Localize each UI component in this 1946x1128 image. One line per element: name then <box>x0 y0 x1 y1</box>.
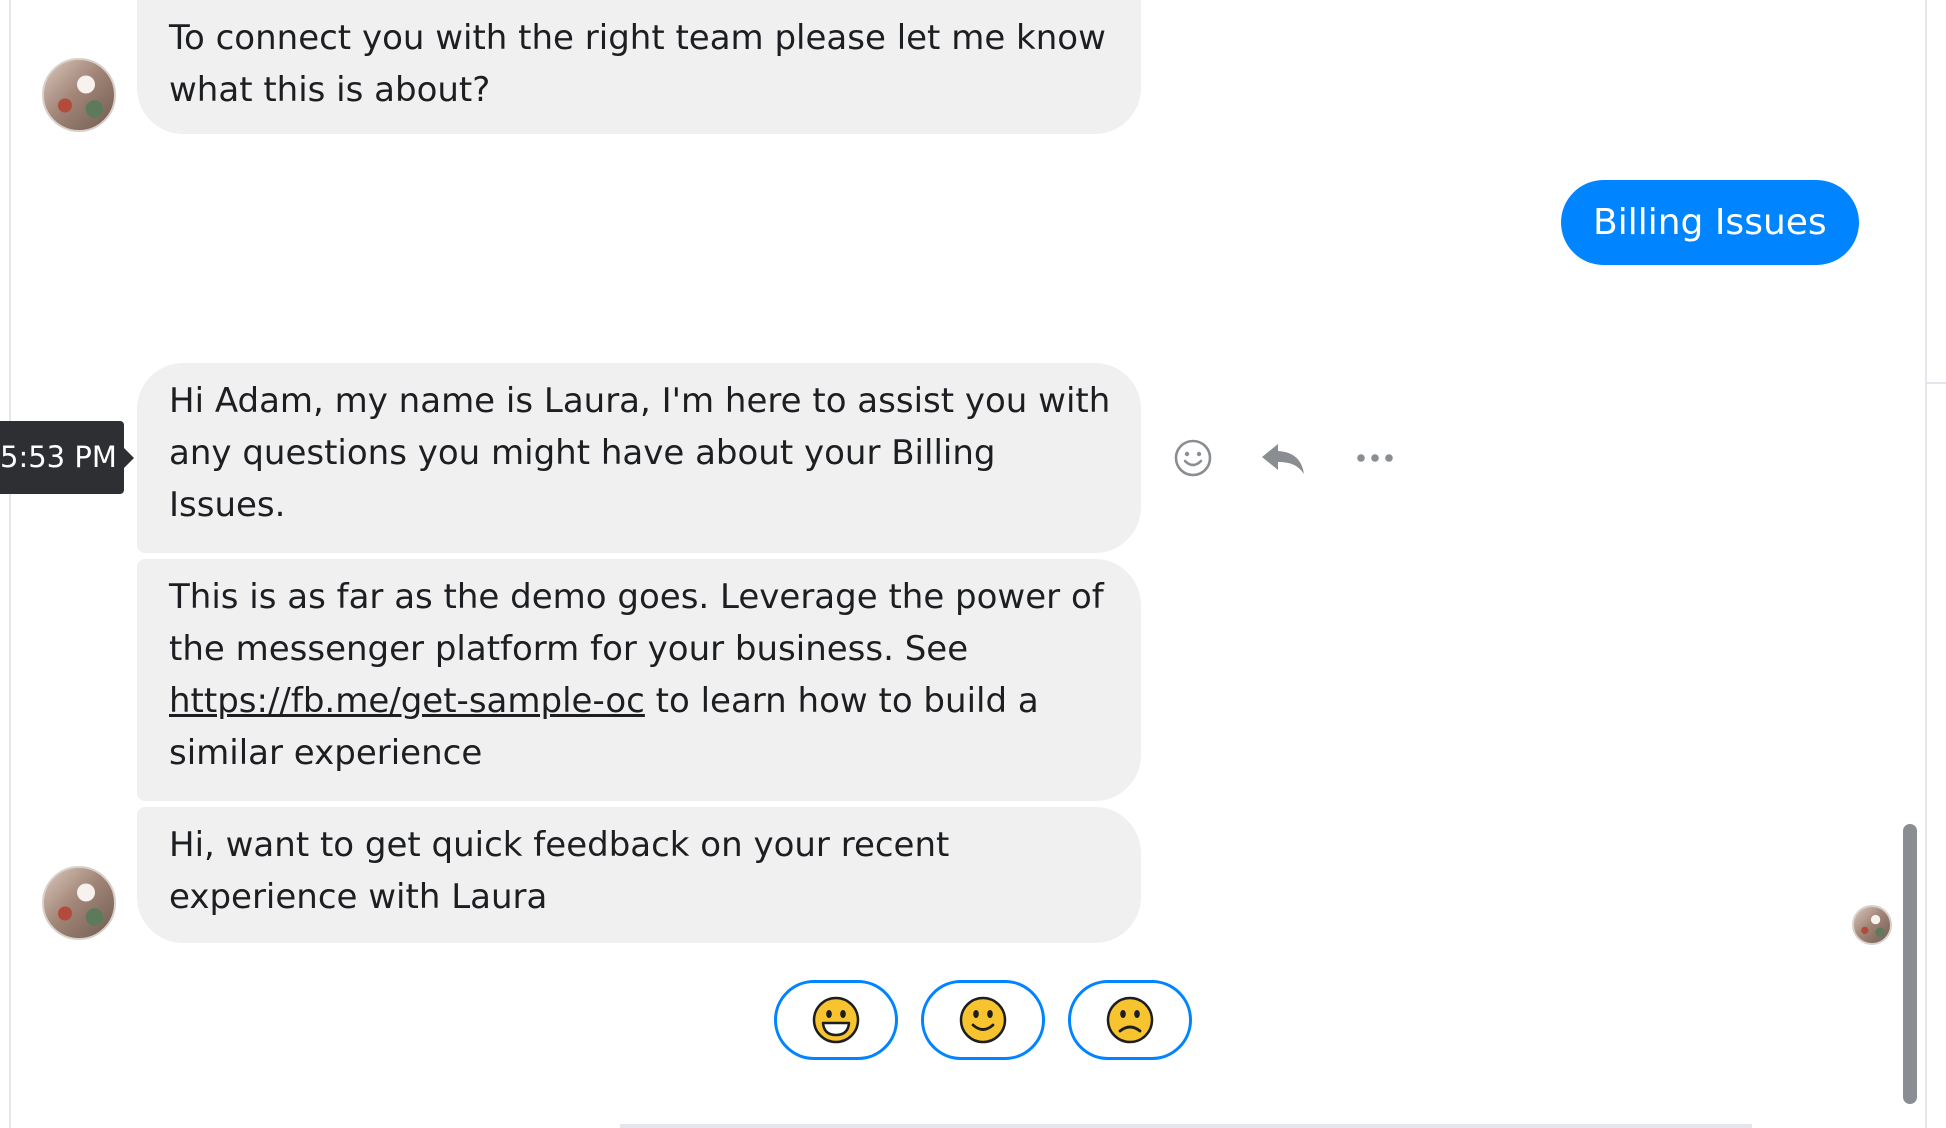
quick-reply-sad[interactable] <box>1068 980 1192 1060</box>
sent-message-billing-issues[interactable]: Billing Issues <box>1561 180 1859 265</box>
reply-icon <box>1262 444 1304 474</box>
grinning-face-icon <box>812 996 860 1044</box>
message-text: To connect you with the right team pleas… <box>169 18 1106 110</box>
read-receipt-avatar <box>1852 905 1892 945</box>
reply-button[interactable] <box>1258 433 1308 483</box>
message-bubble-intro-laura[interactable]: Hi Adam, my name is Laura, I'm here to a… <box>137 363 1141 553</box>
more-options-button[interactable] <box>1350 433 1400 483</box>
timestamp-text: 5:53 PM <box>0 440 117 474</box>
emoji-icon <box>1174 439 1212 477</box>
composer-divider <box>620 1124 1752 1128</box>
more-icon <box>1357 454 1393 462</box>
chat-window: To connect you with the right team pleas… <box>0 0 1946 1128</box>
sample-link[interactable]: https://fb.me/get-sample-oc <box>169 681 645 721</box>
quick-reply-happy[interactable] <box>774 980 898 1060</box>
slightly-frowning-face-icon <box>1106 996 1154 1044</box>
message-bubble-demo-info[interactable]: This is as far as the demo goes. Leverag… <box>137 559 1141 801</box>
quick-reply-neutral[interactable] <box>921 980 1045 1060</box>
message-bubble-connect-team[interactable]: To connect you with the right team pleas… <box>137 0 1141 134</box>
left-divider <box>9 0 11 1128</box>
message-text: Hi, want to get quick feedback on your r… <box>169 825 950 917</box>
right-panel-divider <box>1925 0 1927 1128</box>
scrollbar-thumb[interactable] <box>1903 824 1917 1104</box>
tooltip-arrow <box>124 448 134 468</box>
sent-message-text: Billing Issues <box>1593 202 1827 243</box>
timestamp-tooltip: 5:53 PM <box>0 421 124 494</box>
slightly-smiling-face-icon <box>959 996 1007 1044</box>
message-text: Hi Adam, my name is Laura, I'm here to a… <box>169 381 1111 525</box>
right-panel-separator <box>1927 382 1946 384</box>
bot-avatar[interactable] <box>42 58 116 132</box>
react-emoji-button[interactable] <box>1168 433 1218 483</box>
bot-avatar[interactable] <box>42 866 116 940</box>
message-text-before-link: This is as far as the demo goes. Leverag… <box>169 577 1104 669</box>
message-bubble-feedback-request[interactable]: Hi, want to get quick feedback on your r… <box>137 807 1141 943</box>
